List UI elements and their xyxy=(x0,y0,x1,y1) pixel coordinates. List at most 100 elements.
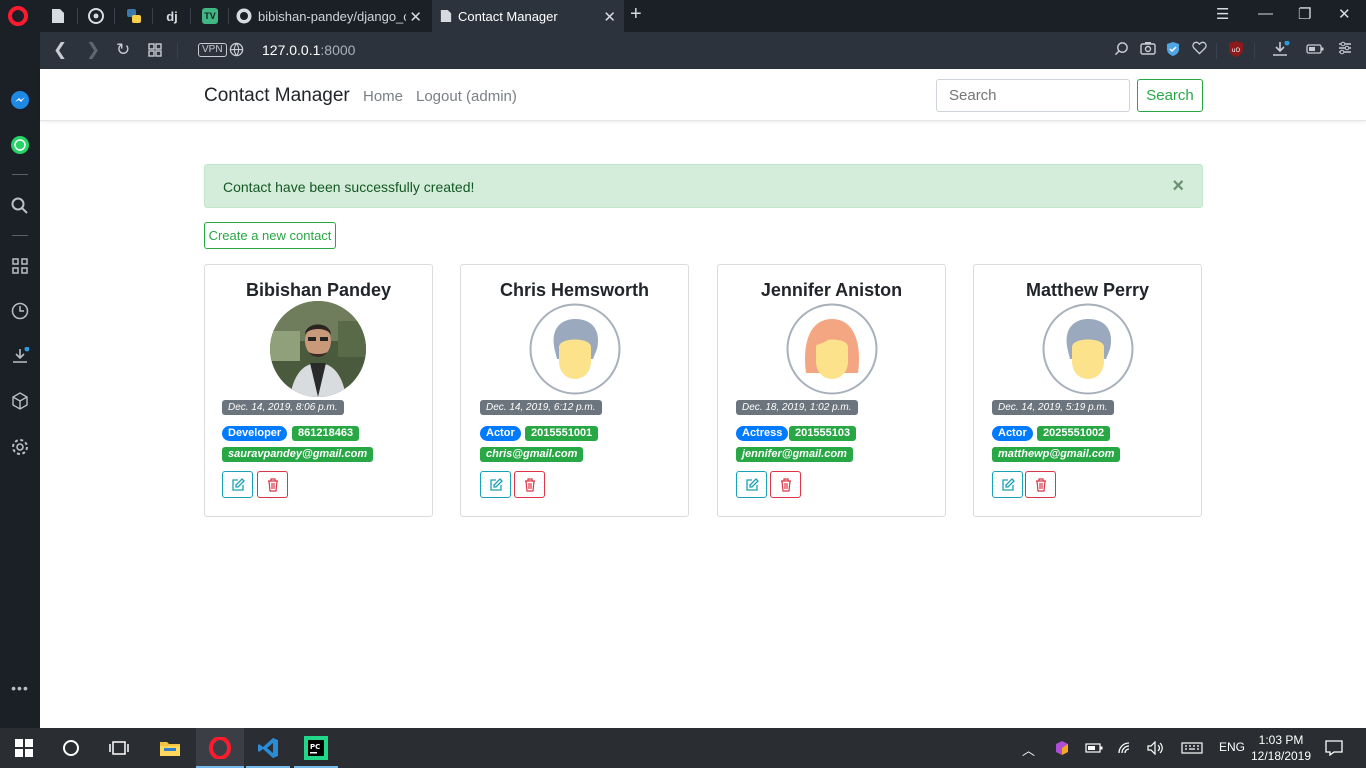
history-clock-icon[interactable] xyxy=(9,300,31,322)
delete-contact-button[interactable] xyxy=(770,471,801,498)
tab-tv-icon[interactable]: TV xyxy=(192,0,228,32)
delete-contact-button[interactable] xyxy=(514,471,545,498)
windows-start-icon[interactable] xyxy=(12,736,36,760)
nav-link-logout[interactable]: Logout (admin) xyxy=(416,88,517,105)
delete-contact-button[interactable] xyxy=(257,471,288,498)
close-window-icon[interactable]: ✕ xyxy=(1338,5,1351,23)
nav-link-home[interactable]: Home xyxy=(363,88,403,105)
phone-badge: 2015551001 xyxy=(525,426,599,441)
phone-badge: 201555103 xyxy=(789,426,857,441)
address-separator xyxy=(1254,43,1255,59)
contact-card: Chris Hemsworth Dec. 14, 2019, 6:12 p.m.… xyxy=(460,264,689,517)
sidebar-divider xyxy=(12,174,28,175)
keyboard-icon[interactable] xyxy=(1180,736,1204,760)
bookmark-heart-icon[interactable] xyxy=(1192,41,1207,59)
battery-icon[interactable] xyxy=(1306,41,1324,58)
role-badge: Actor xyxy=(480,426,521,441)
alert-close-icon[interactable]: × xyxy=(1172,175,1184,198)
input-language[interactable]: ENG xyxy=(1219,740,1245,754)
forward-arrow-icon[interactable]: ❯ xyxy=(86,40,100,60)
male-avatar-icon xyxy=(1042,303,1134,395)
messenger-icon[interactable] xyxy=(9,89,31,111)
tab-contact-manager[interactable]: Contact Manager ✕ xyxy=(432,0,624,32)
restore-icon[interactable]: ❐ xyxy=(1298,5,1311,23)
back-arrow-icon[interactable]: ❮ xyxy=(53,40,67,60)
show-hidden-icons-chevron-icon[interactable]: ︿ xyxy=(1022,740,1035,759)
email-badge: matthewp@gmail.com xyxy=(992,447,1121,462)
file-explorer-icon[interactable] xyxy=(158,736,182,760)
navbar-brand[interactable]: Contact Manager xyxy=(204,85,350,107)
downloads-icon[interactable] xyxy=(9,345,31,367)
pycharm-icon[interactable]: PC xyxy=(304,736,328,760)
edit-pencil-icon xyxy=(489,477,503,491)
address-separator xyxy=(177,43,178,59)
download-icon[interactable] xyxy=(1272,40,1290,61)
edit-contact-button[interactable] xyxy=(992,471,1023,498)
globe-icon xyxy=(229,42,244,62)
address-bar: ❮ ❯ ↻ VPN 127.0.0.1:8000 uO xyxy=(40,32,1366,69)
close-tab-icon[interactable]: ✕ xyxy=(409,8,422,26)
tab-github-repo[interactable]: bibishan-pandey/django_co ✕ xyxy=(230,0,430,32)
tab-django-icon[interactable]: dj xyxy=(154,0,190,32)
reload-icon[interactable]: ↻ xyxy=(116,40,130,60)
tab-document-icon[interactable] xyxy=(40,0,76,32)
tab-menu-icon[interactable]: ☰ xyxy=(1216,5,1229,23)
male-avatar-icon xyxy=(529,303,621,395)
minimize-icon[interactable]: — xyxy=(1258,5,1273,22)
edit-pencil-icon xyxy=(1001,477,1015,491)
svg-text:PC: PC xyxy=(310,743,320,751)
web-page: Contact Manager Home Logout (admin) Sear… xyxy=(40,69,1366,728)
volume-icon[interactable] xyxy=(1144,736,1168,760)
contact-name: Matthew Perry xyxy=(1025,280,1150,300)
document-icon xyxy=(440,10,452,22)
opera-taskbar-icon[interactable] xyxy=(208,736,232,760)
close-tab-icon[interactable]: ✕ xyxy=(603,8,616,26)
tab-separator xyxy=(190,8,191,24)
battery-tray-icon[interactable] xyxy=(1082,736,1106,760)
opera-logo-icon[interactable] xyxy=(8,6,28,26)
tab-github-icon[interactable] xyxy=(78,0,114,32)
created-date-badge: Dec. 14, 2019, 6:12 p.m. xyxy=(480,400,602,415)
delete-contact-button[interactable] xyxy=(1025,471,1056,498)
vscode-icon[interactable] xyxy=(256,736,280,760)
cortana-search-icon[interactable] xyxy=(59,736,83,760)
settings-gear-icon[interactable] xyxy=(9,436,31,458)
tray-app-cube-icon[interactable] xyxy=(1050,736,1074,760)
edit-contact-button[interactable] xyxy=(480,471,511,498)
whatsapp-icon[interactable] xyxy=(9,134,31,156)
browser-tab-bar: dj TV bibishan-pandey/django_co ✕ Contac… xyxy=(0,0,1366,32)
search-button[interactable]: Search xyxy=(1137,79,1203,112)
edit-contact-button[interactable] xyxy=(736,471,767,498)
tab-python-icon[interactable] xyxy=(116,0,152,32)
contact-photo-avatar xyxy=(270,301,366,397)
search-icon[interactable] xyxy=(9,195,31,217)
system-clock[interactable]: 1:03 PM 12/18/2019 xyxy=(1248,732,1314,764)
more-dots-icon[interactable]: ••• xyxy=(9,677,31,699)
action-center-icon[interactable] xyxy=(1322,736,1346,760)
snapshot-camera-icon[interactable] xyxy=(1140,41,1156,59)
url-field[interactable]: 127.0.0.1:8000 xyxy=(262,42,355,58)
create-contact-button[interactable]: Create a new contact xyxy=(204,222,336,249)
edit-pencil-icon xyxy=(231,477,245,491)
new-tab-plus-icon[interactable]: + xyxy=(630,3,642,26)
ublock-icon[interactable]: uO xyxy=(1228,40,1244,62)
address-separator xyxy=(1216,43,1217,59)
site-navbar: Contact Manager Home Logout (admin) Sear… xyxy=(40,69,1366,121)
trash-icon xyxy=(267,477,278,492)
email-badge: sauravpandey@gmail.com xyxy=(222,447,374,462)
email-badge: jennifer@gmail.com xyxy=(736,447,853,462)
vpn-badge[interactable]: VPN xyxy=(198,43,227,57)
shield-icon[interactable] xyxy=(1166,41,1180,61)
edit-contact-button[interactable] xyxy=(222,471,253,498)
trash-icon xyxy=(780,477,791,492)
tabs-grid-icon[interactable] xyxy=(148,42,162,62)
contact-card: Bibishan Pandey Dec. 14, 2019, 8:06 p.m.… xyxy=(204,264,433,517)
search-input[interactable] xyxy=(936,79,1130,112)
zoom-search-icon[interactable] xyxy=(1114,41,1129,60)
extensions-cube-icon[interactable] xyxy=(9,390,31,412)
wifi-icon[interactable] xyxy=(1114,736,1138,760)
task-view-icon[interactable] xyxy=(107,736,131,760)
speed-dial-icon[interactable] xyxy=(9,255,31,277)
easy-setup-menu-icon[interactable] xyxy=(1338,41,1352,59)
role-badge: Actor xyxy=(992,426,1033,441)
